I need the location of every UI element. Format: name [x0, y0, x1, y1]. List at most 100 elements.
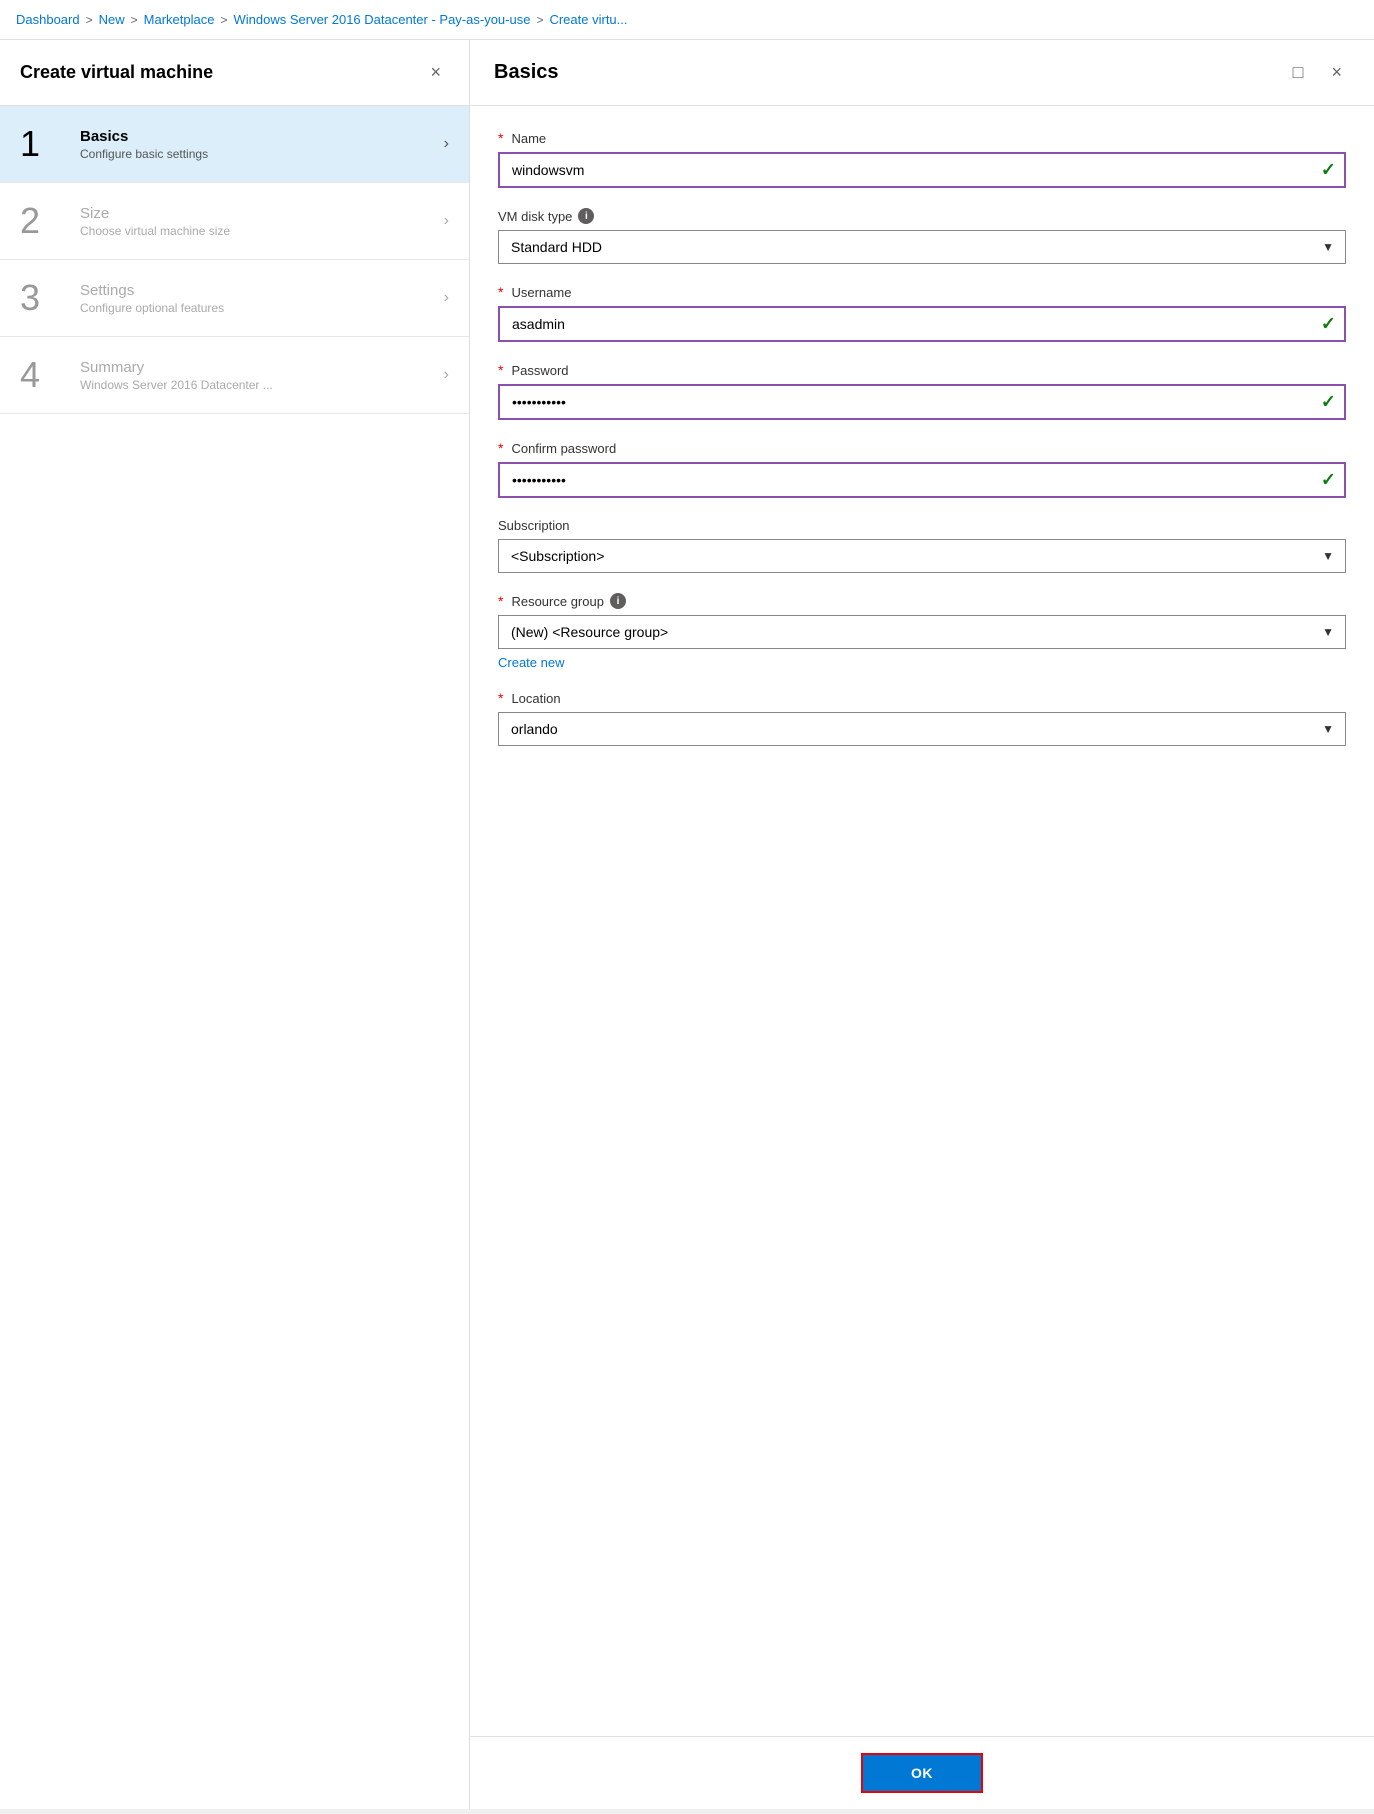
- location-required-star: *: [498, 690, 503, 706]
- step-2-content: Size Choose virtual machine size: [80, 205, 444, 238]
- breadcrumb-dashboard[interactable]: Dashboard: [16, 12, 80, 27]
- username-input-wrapper: ✓: [498, 306, 1346, 342]
- form-container: * Name ✓ VM disk type i Standard HDDStan…: [470, 106, 1374, 1736]
- step-2-chevron-icon: ›: [444, 212, 449, 230]
- step-4-item[interactable]: 4 Summary Windows Server 2016 Datacenter…: [0, 337, 469, 414]
- username-valid-icon: ✓: [1321, 314, 1336, 335]
- subscription-select-wrapper: <Subscription> ▼: [498, 539, 1346, 573]
- password-input[interactable]: [498, 384, 1346, 420]
- step-1-name: Basics: [80, 128, 444, 145]
- subscription-select[interactable]: <Subscription>: [498, 539, 1346, 573]
- disk-type-select-wrapper: Standard HDDStandard SSDPremium SSD ▼: [498, 230, 1346, 264]
- breadcrumb-marketplace[interactable]: Marketplace: [144, 12, 215, 27]
- resource-group-info-icon[interactable]: i: [610, 593, 626, 609]
- steps-container: 1 Basics Configure basic settings › 2 Si…: [0, 106, 469, 1809]
- step-1-chevron-icon: ›: [444, 135, 449, 153]
- name-group: * Name ✓: [498, 130, 1346, 188]
- resource-group-label: * Resource group i: [498, 593, 1346, 609]
- password-label-text: Password: [511, 363, 568, 378]
- step-3-content: Settings Configure optional features: [80, 282, 444, 315]
- name-label-text: Name: [511, 131, 546, 146]
- name-valid-icon: ✓: [1321, 160, 1336, 181]
- step-4-number: 4: [20, 357, 70, 393]
- breadcrumb-sep-2: >: [131, 13, 138, 27]
- breadcrumb-new[interactable]: New: [99, 12, 125, 27]
- username-label: * Username: [498, 284, 1346, 300]
- left-panel-header: Create virtual machine ×: [0, 40, 469, 106]
- resource-group-select[interactable]: (New) <Resource group>: [498, 615, 1346, 649]
- disk-type-group: VM disk type i Standard HDDStandard SSDP…: [498, 208, 1346, 264]
- step-2-desc: Choose virtual machine size: [80, 224, 444, 238]
- confirm-password-label: * Confirm password: [498, 440, 1346, 456]
- step-2-number: 2: [20, 203, 70, 239]
- password-valid-icon: ✓: [1321, 392, 1336, 413]
- username-required-star: *: [498, 284, 503, 300]
- step-4-content: Summary Windows Server 2016 Datacenter .…: [80, 359, 444, 392]
- username-input[interactable]: [498, 306, 1346, 342]
- name-label: * Name: [498, 130, 1346, 146]
- create-new-link[interactable]: Create new: [498, 655, 564, 670]
- confirm-password-valid-icon: ✓: [1321, 470, 1336, 491]
- disk-type-label: VM disk type i: [498, 208, 1346, 224]
- resource-group-group: * Resource group i (New) <Resource group…: [498, 593, 1346, 670]
- breadcrumb: Dashboard > New > Marketplace > Windows …: [0, 0, 1374, 40]
- username-label-text: Username: [511, 285, 571, 300]
- step-1-content: Basics Configure basic settings: [80, 128, 444, 161]
- left-panel-title: Create virtual machine: [20, 62, 213, 83]
- ok-button[interactable]: OK: [861, 1753, 983, 1793]
- location-select[interactable]: orlando: [498, 712, 1346, 746]
- right-panel-header: Basics □ ×: [470, 40, 1374, 106]
- location-select-wrapper: orlando ▼: [498, 712, 1346, 746]
- step-1-number: 1: [20, 126, 70, 162]
- confirm-password-input[interactable]: [498, 462, 1346, 498]
- confirm-password-label-text: Confirm password: [511, 441, 616, 456]
- subscription-label-text: Subscription: [498, 518, 570, 533]
- password-label: * Password: [498, 362, 1346, 378]
- step-4-name: Summary: [80, 359, 444, 376]
- step-1-item[interactable]: 1 Basics Configure basic settings ›: [0, 106, 469, 183]
- right-panel-actions: □ ×: [1285, 58, 1350, 87]
- breadcrumb-sep-1: >: [86, 13, 93, 27]
- step-3-chevron-icon: ›: [444, 289, 449, 307]
- location-label-text: Location: [511, 691, 560, 706]
- left-panel: Create virtual machine × 1 Basics Config…: [0, 40, 470, 1809]
- disk-type-select[interactable]: Standard HDDStandard SSDPremium SSD: [498, 230, 1346, 264]
- bottom-bar: OK: [470, 1736, 1374, 1809]
- password-required-star: *: [498, 362, 503, 378]
- right-panel-title: Basics: [494, 61, 559, 84]
- password-input-wrapper: ✓: [498, 384, 1346, 420]
- disk-type-label-text: VM disk type: [498, 209, 572, 224]
- confirm-password-group: * Confirm password ✓: [498, 440, 1346, 498]
- maximize-button[interactable]: □: [1285, 58, 1312, 87]
- step-2-item[interactable]: 2 Size Choose virtual machine size ›: [0, 183, 469, 260]
- disk-type-info-icon[interactable]: i: [578, 208, 594, 224]
- main-container: Create virtual machine × 1 Basics Config…: [0, 40, 1374, 1809]
- step-2-name: Size: [80, 205, 444, 222]
- name-input-wrapper: ✓: [498, 152, 1346, 188]
- location-group: * Location orlando ▼: [498, 690, 1346, 746]
- location-label: * Location: [498, 690, 1346, 706]
- step-3-item[interactable]: 3 Settings Configure optional features ›: [0, 260, 469, 337]
- subscription-group: Subscription <Subscription> ▼: [498, 518, 1346, 573]
- right-panel-close-button[interactable]: ×: [1323, 58, 1350, 87]
- subscription-label: Subscription: [498, 518, 1346, 533]
- breadcrumb-product[interactable]: Windows Server 2016 Datacenter - Pay-as-…: [233, 12, 530, 27]
- resource-group-select-wrapper: (New) <Resource group> ▼: [498, 615, 1346, 649]
- name-required-star: *: [498, 130, 503, 146]
- step-3-name: Settings: [80, 282, 444, 299]
- step-3-desc: Configure optional features: [80, 301, 444, 315]
- breadcrumb-sep-4: >: [536, 13, 543, 27]
- right-panel: Basics □ × * Name ✓ VM dis: [470, 40, 1374, 1809]
- breadcrumb-current: Create virtu...: [549, 12, 627, 27]
- step-4-chevron-icon: ›: [444, 366, 449, 384]
- left-panel-close-button[interactable]: ×: [422, 58, 449, 87]
- resource-group-label-text: Resource group: [511, 594, 604, 609]
- password-group: * Password ✓: [498, 362, 1346, 420]
- step-1-desc: Configure basic settings: [80, 147, 444, 161]
- breadcrumb-sep-3: >: [220, 13, 227, 27]
- step-4-desc: Windows Server 2016 Datacenter ...: [80, 378, 444, 392]
- confirm-password-input-wrapper: ✓: [498, 462, 1346, 498]
- resource-group-required-star: *: [498, 593, 503, 609]
- name-input[interactable]: [498, 152, 1346, 188]
- username-group: * Username ✓: [498, 284, 1346, 342]
